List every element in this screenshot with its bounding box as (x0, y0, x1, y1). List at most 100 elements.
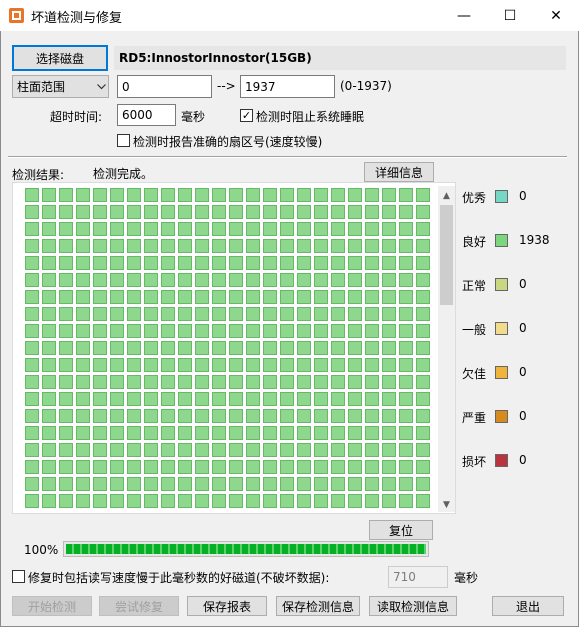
cylinder-cell (144, 460, 158, 474)
cylinder-cell (93, 443, 107, 457)
repair-slow-checkbox[interactable] (12, 570, 25, 583)
cylinder-cell (246, 443, 260, 457)
cylinder-cell (42, 392, 56, 406)
cylinder-cell (348, 443, 362, 457)
cylinder-cell (110, 188, 124, 202)
cylinder-cell (382, 460, 396, 474)
repair-ms-input[interactable]: 710 (388, 566, 448, 588)
cylinder-cell (314, 358, 328, 372)
cylinder-cell (365, 477, 379, 491)
cylinder-cell (365, 426, 379, 440)
cylinder-cell (59, 358, 73, 372)
cylinder-cell (331, 188, 345, 202)
maximize-button[interactable]: ☐ (487, 0, 533, 31)
scroll-thumb[interactable] (440, 205, 453, 305)
cylinder-cell (229, 256, 243, 270)
cylinder-cell (110, 290, 124, 304)
cylinder-cell (127, 409, 141, 423)
cylinder-grid (24, 187, 432, 509)
cylinder-cell (365, 307, 379, 321)
cylinder-cell (348, 392, 362, 406)
cylinder-cell (25, 494, 39, 508)
exit-button[interactable]: 退出 (492, 596, 564, 616)
legend-count: 0 (519, 277, 527, 291)
cylinder-cell (178, 477, 192, 491)
cylinder-cell (280, 426, 294, 440)
cylinder-cell (416, 324, 430, 338)
cylinder-cell (331, 307, 345, 321)
cylinder-cell (178, 409, 192, 423)
scroll-up-icon[interactable]: ▲ (438, 187, 455, 204)
read-scan-info-button[interactable]: 读取检测信息 (369, 596, 457, 616)
cylinder-cell (331, 443, 345, 457)
cylinder-cell (229, 324, 243, 338)
details-button[interactable]: 详细信息 (364, 162, 434, 182)
cylinder-cell (93, 222, 107, 236)
range-mode-select[interactable]: 柱面范围 (12, 75, 109, 98)
save-report-button[interactable]: 保存报表 (187, 596, 267, 616)
cylinder-cell (178, 375, 192, 389)
cylinder-cell (399, 205, 413, 219)
close-button[interactable]: ✕ (533, 0, 579, 31)
cylinder-cell (365, 256, 379, 270)
cylinder-cell (280, 477, 294, 491)
report-sector-checkbox[interactable] (117, 134, 130, 147)
cylinder-cell (59, 256, 73, 270)
select-disk-button[interactable]: 选择磁盘 (12, 45, 108, 71)
results-label: 检测结果: (12, 168, 65, 182)
cylinder-cell (331, 375, 345, 389)
reset-button[interactable]: 复位 (369, 520, 433, 540)
minimize-button[interactable]: — (441, 0, 487, 31)
cylinder-cell (93, 477, 107, 491)
cylinder-cell (416, 494, 430, 508)
cylinder-cell (93, 273, 107, 287)
cylinder-cell (127, 443, 141, 457)
cylinder-cell (42, 290, 56, 304)
progress-fill (66, 544, 426, 554)
cylinder-cell (195, 460, 209, 474)
prevent-sleep-checkbox[interactable]: ✓ (240, 109, 253, 122)
cylinder-cell (161, 290, 175, 304)
cylinder-cell (76, 222, 90, 236)
cylinder-cell (382, 426, 396, 440)
cylinder-cell (416, 273, 430, 287)
cylinder-cell (297, 290, 311, 304)
cylinder-cell (246, 460, 260, 474)
legend-count: 0 (519, 453, 527, 467)
cylinder-cell (263, 273, 277, 287)
cylinder-cell (399, 358, 413, 372)
cylinder-cell (331, 239, 345, 253)
cylinder-cell (246, 290, 260, 304)
range-start-input[interactable]: 0 (117, 75, 212, 98)
legend-swatch (495, 190, 508, 203)
try-repair-button[interactable]: 尝试修复 (99, 596, 179, 616)
range-end-input[interactable]: 1937 (240, 75, 335, 98)
range-hint: (0-1937) (340, 79, 392, 93)
cylinder-cell (212, 307, 226, 321)
cylinder-cell (280, 341, 294, 355)
cylinder-cell (365, 222, 379, 236)
cylinder-cell (382, 392, 396, 406)
cylinder-cell (382, 273, 396, 287)
cylinder-cell (314, 307, 328, 321)
cylinder-cell (416, 443, 430, 457)
cylinder-cell (195, 443, 209, 457)
cylinder-cell (110, 256, 124, 270)
scroll-down-icon[interactable]: ▼ (438, 496, 455, 513)
cylinder-cell (161, 307, 175, 321)
cylinder-cell (25, 307, 39, 321)
save-scan-info-button[interactable]: 保存检测信息 (276, 596, 360, 616)
cylinder-cell (314, 426, 328, 440)
cylinder-cell (161, 256, 175, 270)
cylinder-cell (331, 290, 345, 304)
cylinder-cell (93, 324, 107, 338)
cylinder-cell (365, 324, 379, 338)
cylinder-cell (25, 324, 39, 338)
cylinder-cell (382, 307, 396, 321)
timeout-input[interactable]: 6000 (117, 104, 176, 126)
cylinder-cell (229, 443, 243, 457)
start-scan-button[interactable]: 开始检测 (12, 596, 92, 616)
cylinder-cell (382, 443, 396, 457)
cylinder-cell (25, 273, 39, 287)
cylinder-cell (416, 409, 430, 423)
